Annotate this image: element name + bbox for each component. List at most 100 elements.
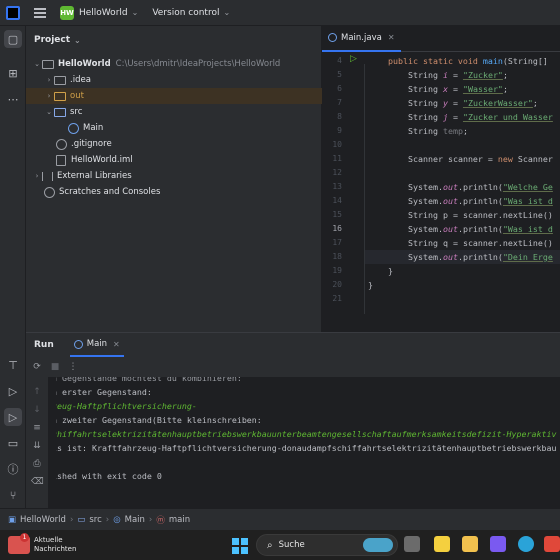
line-number-gutter: 4 5 6 7 8 9 10 11 12 13 14 15 16 17 18 1… [322, 52, 364, 332]
rerun-icon[interactable]: ⟳ [30, 362, 44, 372]
print-icon[interactable]: ⎙ [31, 459, 43, 471]
code-line: } [388, 266, 393, 276]
tree-item[interactable]: .gitignore [26, 136, 322, 152]
run-panel: Run Main ✕ ⟳ ■ ⋮ ↑ ↓ ≡ ⇊ ⎙ ⌫ n Gegenstän… [26, 332, 560, 509]
expand-arrow-icon[interactable]: › [44, 76, 54, 84]
tree-root[interactable]: ⌄ HelloWorld C:\Users\dmitr\IdeaProjects… [26, 56, 322, 72]
windows-start-icon[interactable] [232, 538, 248, 554]
sticky-notes-icon[interactable] [434, 536, 450, 552]
tree-item[interactable]: › External Libraries [26, 168, 322, 184]
code-editor[interactable]: Main.java ✕ 4 5 6 7 8 9 10 11 12 13 14 1… [322, 26, 560, 332]
git-icon[interactable]: ⑂ [4, 486, 22, 504]
structure-tool-icon[interactable]: ⊞ [4, 64, 22, 82]
tree-item[interactable]: ⌄ src [26, 104, 322, 120]
code-line: String x = "Wasser"; [408, 84, 508, 94]
project-tool-icon[interactable]: ▢ [4, 30, 22, 48]
tree-item[interactable]: Scratches and Consoles [26, 184, 322, 200]
news-widget-line: Aktuelle [34, 536, 63, 544]
run-panel-header: Run Main ✕ [26, 333, 560, 357]
tab-run-main[interactable]: Main ✕ [69, 333, 124, 357]
run-gutter-icon[interactable]: ▷ [350, 54, 357, 64]
tab-main-java[interactable]: Main.java ✕ [322, 26, 401, 52]
code-line: String q = scanner.nextLine() [408, 238, 553, 248]
line-number: 16 [332, 224, 342, 233]
code-line: String y = "ZuckerWasser"; [408, 98, 538, 108]
line-number: 19 [332, 266, 342, 275]
code-line: System.out.println("Was ist d [408, 224, 553, 234]
console-output[interactable]: n Gegenstände möchtest du kombinieren: n… [56, 377, 560, 509]
tree-item[interactable]: › .idea [26, 72, 322, 88]
module-file-icon [56, 154, 66, 166]
code-line: System.out.println("Dein Erge [408, 252, 553, 262]
expand-arrow-icon[interactable]: › [44, 92, 54, 100]
search-label: Suche [278, 540, 305, 550]
title-bar: HW HelloWorld ⌄ Version control ⌄ [0, 0, 560, 26]
console-line: n zweiter Gegenstand(Bitte kleinschreibe… [56, 415, 262, 425]
library-icon [42, 171, 53, 181]
line-number: 13 [332, 182, 342, 191]
breadcrumb-item[interactable]: Main [125, 515, 145, 525]
expand-arrow-icon[interactable]: › [32, 172, 42, 180]
clear-all-icon[interactable]: ⌫ [31, 477, 44, 489]
chevron-down-icon[interactable]: ⌄ [132, 8, 139, 17]
tree-item-label: src [70, 107, 83, 117]
tree-item[interactable]: Main [26, 120, 322, 136]
taskbar-search[interactable]: ⌕ Suche [256, 534, 398, 556]
run-tool-icon[interactable]: ▷ [4, 382, 22, 400]
tab-label: Main [86, 339, 108, 349]
code-line: System.out.println("Welche Ge [408, 182, 553, 192]
more-tools-icon[interactable]: ⋯ [4, 90, 22, 108]
file-explorer-icon[interactable] [462, 536, 478, 552]
scroll-up-icon[interactable]: ↑ [31, 387, 43, 399]
search-highlight-icon [363, 538, 393, 552]
app-icon[interactable] [544, 536, 560, 552]
main-menu-icon[interactable] [34, 7, 46, 18]
more-options-icon[interactable]: ⋮ [66, 362, 80, 372]
close-icon[interactable]: ✕ [388, 33, 395, 42]
breadcrumb-item[interactable]: src [89, 515, 101, 525]
close-icon[interactable]: ✕ [113, 340, 120, 349]
search-icon: ⌕ [267, 539, 273, 551]
scroll-to-end-icon[interactable]: ⇊ [31, 441, 43, 453]
soft-wrap-icon[interactable]: ≡ [31, 423, 43, 435]
line-number: 4 [337, 56, 342, 65]
breadcrumb-item[interactable]: main [169, 515, 190, 525]
version-control-menu[interactable]: Version control [152, 8, 219, 18]
project-badge[interactable]: HW [60, 5, 74, 20]
news-widget-line: Nachrichten [34, 545, 77, 553]
chevron-down-icon[interactable]: ⌄ [223, 8, 230, 17]
run-panel-icon[interactable]: ▷ [4, 408, 22, 426]
scroll-down-icon[interactable]: ↓ [31, 405, 43, 417]
tree-root-label: HelloWorld [58, 59, 111, 69]
console-input-line: chiffahrtselektrizitätenhauptbetriebswer… [56, 429, 557, 439]
stop-icon[interactable]: ■ [48, 362, 62, 372]
news-widget[interactable]: Aktuelle Nachrichten [34, 536, 76, 554]
chevron-down-icon[interactable]: ⌄ [74, 36, 81, 45]
tree-item-label: HelloWorld.iml [71, 155, 133, 165]
line-number: 5 [337, 70, 342, 79]
java-class-icon: ◎ [113, 514, 121, 525]
console-line: n Gegenstände möchtest du kombinieren: [56, 377, 242, 383]
edge-browser-icon[interactable] [518, 536, 534, 552]
terminal-icon[interactable]: ▭ [4, 434, 22, 452]
tree-item[interactable]: HelloWorld.iml [26, 152, 322, 168]
code-area[interactable]: public static void main(String[] String … [368, 52, 560, 332]
project-switcher[interactable]: HelloWorld [79, 8, 128, 18]
project-panel-header[interactable]: Project ⌄ [26, 26, 321, 54]
tree-item-label: Main [83, 123, 104, 133]
news-widget-icon[interactable]: 1 [8, 533, 30, 554]
build-tool-icon[interactable]: ⊤ [4, 356, 22, 374]
folder-icon: ▭ [77, 514, 86, 525]
collapse-arrow-icon[interactable]: ⌄ [44, 108, 54, 116]
indent-guide [364, 64, 365, 314]
line-number: 9 [337, 126, 342, 135]
app-icon[interactable] [490, 536, 506, 552]
task-view-icon[interactable] [404, 536, 420, 552]
breadcrumb-item[interactable]: HelloWorld [20, 515, 66, 525]
module-icon: ▣ [8, 514, 17, 525]
code-line: String j = "Zucker und Wasser [408, 112, 553, 122]
project-panel-title: Project [34, 35, 71, 45]
tree-item[interactable]: › out [26, 88, 322, 104]
problems-icon[interactable]: ⓘ [4, 460, 22, 478]
collapse-arrow-icon[interactable]: ⌄ [32, 60, 42, 68]
